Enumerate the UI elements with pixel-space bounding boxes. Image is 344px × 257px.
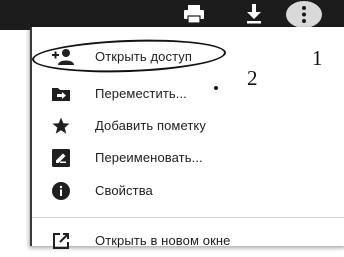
more-options-button[interactable] bbox=[286, 1, 322, 28]
top-toolbar bbox=[0, 0, 344, 30]
menu-item-move[interactable]: Переместить... bbox=[32, 78, 344, 110]
annotation-dot bbox=[214, 86, 218, 90]
star-icon bbox=[52, 117, 70, 135]
move-to-folder-icon bbox=[52, 85, 70, 103]
menu-item-label: Переместить... bbox=[95, 86, 187, 101]
menu-item-label: Переименовать... bbox=[95, 150, 203, 165]
annotation-label-2: 2 bbox=[247, 66, 258, 90]
menu-item-label: Добавить пометку bbox=[95, 118, 206, 133]
open-in-new-window-icon bbox=[52, 232, 70, 250]
menu-divider bbox=[32, 217, 344, 218]
menu-item-label: Свойства bbox=[95, 183, 153, 198]
more-vert-icon bbox=[302, 6, 306, 23]
annotation-label-1: 1 bbox=[312, 46, 323, 70]
menu-item-properties[interactable]: Свойства bbox=[32, 175, 344, 207]
rename-edit-icon bbox=[52, 149, 70, 167]
info-icon bbox=[52, 182, 70, 200]
menu-item-open-new-window[interactable]: Открыть в новом окне bbox=[32, 225, 344, 257]
print-icon[interactable] bbox=[183, 2, 205, 26]
menu-item-rename[interactable]: Переименовать... bbox=[32, 142, 344, 174]
menu-item-add-star[interactable]: Добавить пометку bbox=[32, 110, 344, 142]
download-icon[interactable] bbox=[244, 2, 264, 26]
